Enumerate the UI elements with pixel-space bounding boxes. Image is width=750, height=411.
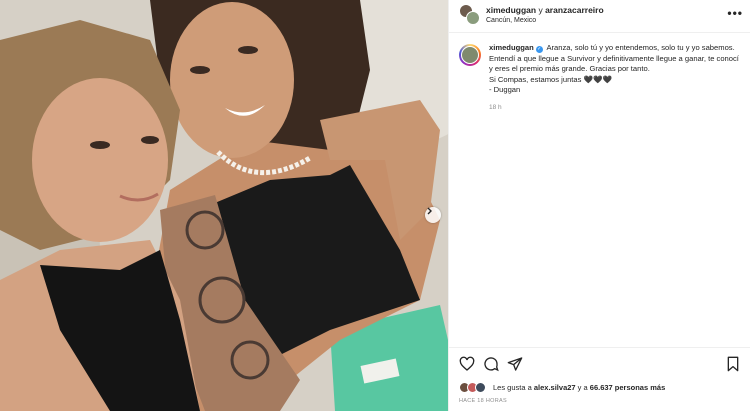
avatar bbox=[461, 46, 479, 64]
likes-summary: Les gusta a alex.silva27 y a 66.637 pers… bbox=[459, 380, 749, 396]
author-username-link[interactable]: ximeduggan bbox=[486, 5, 536, 15]
caption-time: 18 h bbox=[489, 103, 502, 111]
heart-icon bbox=[459, 356, 475, 371]
more-horizontal-icon: ••• bbox=[727, 6, 743, 20]
like-button[interactable] bbox=[459, 356, 475, 372]
photo-illustration bbox=[0, 0, 448, 411]
likes-text: Les gusta a alex.silva27 y a 66.637 pers… bbox=[493, 383, 665, 392]
liker-username-link[interactable]: alex.silva27 bbox=[534, 383, 576, 392]
author-connector: y bbox=[538, 5, 543, 15]
location-link[interactable]: Cancún, Mexico bbox=[486, 17, 536, 24]
collab-authors: ximeduggan y aranzacarreiro bbox=[486, 5, 604, 15]
avatar bbox=[475, 382, 486, 393]
verified-badge-icon: ✓ bbox=[535, 46, 543, 53]
likes-count-link[interactable]: 66.637 personas más bbox=[590, 383, 665, 392]
post-timestamp[interactable]: HACE 18 HORAS bbox=[459, 398, 507, 404]
share-button[interactable] bbox=[507, 356, 523, 372]
caption-text: - Duggan bbox=[489, 85, 521, 94]
chevron-right-icon bbox=[427, 207, 432, 215]
caption-text: Si Compas, estamos juntas 🖤🖤🖤 bbox=[489, 74, 612, 84]
likes-prefix: Les gusta a bbox=[493, 383, 534, 392]
post-photo[interactable] bbox=[0, 0, 448, 411]
save-button[interactable] bbox=[725, 356, 741, 372]
send-icon bbox=[507, 357, 523, 371]
caption-avatar[interactable] bbox=[459, 44, 481, 66]
carousel-next-button[interactable] bbox=[425, 207, 441, 223]
more-options-button[interactable]: ••• bbox=[727, 6, 743, 20]
collab-avatars[interactable] bbox=[459, 4, 481, 26]
avatar bbox=[466, 11, 480, 25]
author-username-link[interactable]: aranzacarreiro bbox=[545, 5, 604, 15]
caption: ximeduggan ✓ Aranza, solo tú y yo entende… bbox=[449, 33, 750, 111]
post-side-panel: ximeduggan y aranzacarreiro Cancún, Mexi… bbox=[448, 0, 750, 411]
caption-body: ximeduggan ✓ Aranza, solo tú y yo entende… bbox=[489, 43, 741, 96]
action-bar bbox=[449, 347, 750, 377]
caption-username-link[interactable]: ximeduggan bbox=[489, 43, 534, 52]
comment-icon bbox=[484, 357, 499, 372]
post-header: ximeduggan y aranzacarreiro Cancún, Mexi… bbox=[449, 0, 750, 33]
likes-middle: y a bbox=[575, 383, 590, 392]
comment-button[interactable] bbox=[483, 356, 499, 372]
bookmark-icon bbox=[727, 356, 739, 372]
